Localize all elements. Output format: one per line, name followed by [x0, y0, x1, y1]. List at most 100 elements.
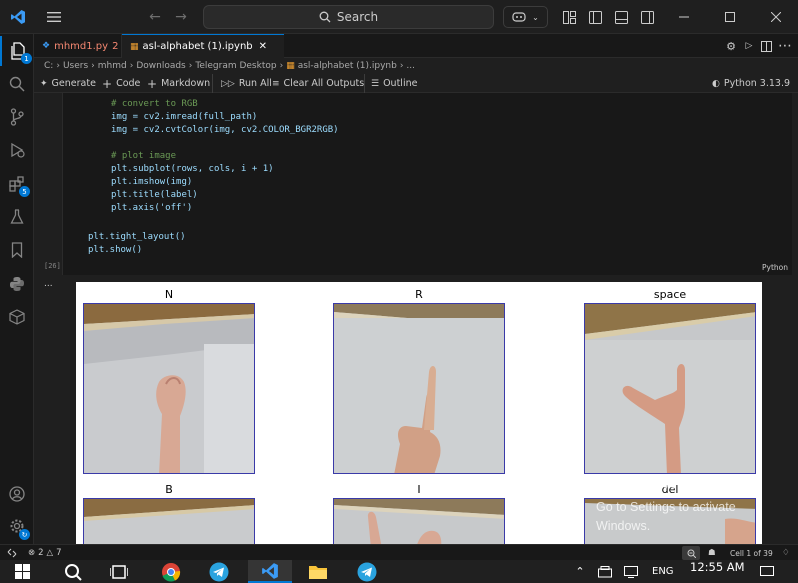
plus-icon: + [147, 76, 158, 91]
cell-position[interactable]: Cell 1 of 39 [730, 545, 773, 561]
add-markdown-cell-button[interactable]: + Markdown [147, 74, 210, 93]
tab-asl-alphabet-ipynb[interactable]: ▦ asl-alphabet (1).ipynb ✕ [122, 34, 284, 58]
chevron-down-icon[interactable]: ⌄ [532, 13, 539, 22]
close-icon[interactable] [764, 0, 788, 34]
status-bar: ⊗ 2 △ 7 ☗ Cell 1 of 39 ♢ [0, 544, 798, 560]
tray-monitor-icon[interactable] [622, 560, 640, 583]
generate-button[interactable]: ✦ Generate [40, 74, 96, 93]
zoom-icon[interactable] [682, 546, 700, 560]
problems-indicator[interactable]: ⊗ 2 △ 7 [28, 545, 62, 561]
breadcrumb-separator-icon: › [399, 61, 404, 71]
settings-gear-icon[interactable]: ↻ [0, 511, 34, 541]
activate-windows-watermark: Activate Windows [596, 474, 731, 493]
extensions-badge: 5 [19, 186, 30, 197]
extensions-icon[interactable]: 5 [0, 169, 34, 199]
close-tab-icon[interactable]: ✕ [259, 41, 267, 52]
menu-icon[interactable] [44, 0, 64, 34]
notebook-toolbar: ✦ Generate + Code + Markdown ▷▷ Run All … [34, 74, 798, 93]
code-line: plt.tight_layout() [88, 232, 186, 242]
bookmark-icon[interactable] [0, 235, 34, 265]
containers-icon[interactable] [0, 302, 34, 332]
show-hidden-icons-chevron-icon[interactable]: ⌃ [572, 560, 588, 583]
task-view-icon[interactable] [104, 560, 134, 583]
kernel-label: Python 3.13.9 [723, 78, 791, 89]
run-all-button[interactable]: ▷▷ Run All [212, 74, 272, 93]
clock-time[interactable]: 12:55 AM [690, 560, 745, 574]
run-all-label: Run All [238, 78, 272, 89]
account-icon[interactable] [0, 479, 34, 509]
code-line: plt.imshow(img) [111, 177, 193, 187]
copilot-button[interactable]: ⌄ [503, 6, 548, 28]
activity-bar: 1 5 ↻ [0, 34, 34, 544]
back-arrow-icon[interactable]: ← [146, 0, 164, 34]
breadcrumb-item[interactable]: asl-alphabet (1).ipynb [298, 61, 397, 71]
breadcrumb-item[interactable]: Users [63, 61, 88, 71]
forward-arrow-icon[interactable]: → [172, 0, 190, 34]
breadcrumb-item[interactable]: C: [44, 61, 53, 71]
outline-button[interactable]: ☰ Outline [364, 74, 417, 93]
source-control-icon[interactable] [0, 102, 34, 132]
tab-mhmd1-py[interactable]: ❖ mhmd1.py 2 ● [34, 34, 132, 58]
search-icon [319, 11, 331, 23]
code-label: Code [116, 78, 141, 89]
search-icon[interactable] [0, 69, 34, 99]
toggle-secondary-sidebar-icon[interactable] [638, 0, 656, 34]
error-count: 2 [38, 548, 44, 558]
run-play-icon[interactable]: ▷ [742, 34, 756, 58]
notifications-bell-icon[interactable]: ♢ [782, 545, 790, 561]
code-line: plt.title(label) [111, 190, 198, 200]
code-line: # plot image [111, 151, 177, 161]
chrome-icon[interactable] [156, 560, 186, 583]
split-editor-icon[interactable] [759, 34, 773, 58]
clear-all-outputs-button[interactable]: ≡ Clear All Outputs [272, 74, 364, 93]
input-language[interactable]: ENG [652, 560, 674, 583]
command-center-search[interactable]: Search [203, 5, 494, 29]
breadcrumb-separator-icon: › [188, 61, 193, 71]
hand-photo-r [333, 303, 505, 474]
remote-window-icon[interactable] [0, 545, 24, 561]
maximize-icon[interactable] [718, 0, 742, 34]
kernel-picker-button[interactable]: ◐ Python 3.13.9 [712, 74, 790, 93]
breadcrumb-item[interactable]: Downloads [136, 61, 185, 71]
error-icon: ⊗ [28, 548, 36, 558]
windows-start-icon[interactable] [8, 560, 38, 583]
telegram-icon[interactable] [204, 560, 234, 583]
taskbar-search-icon[interactable] [58, 560, 88, 583]
code-line: # convert to RGB [111, 99, 198, 109]
breadcrumb-item[interactable]: mhmd [98, 61, 127, 71]
minimize-icon[interactable] [672, 0, 696, 34]
run-debug-icon[interactable] [0, 135, 34, 165]
code-line: plt.show() [88, 245, 143, 255]
plus-icon: + [102, 76, 113, 91]
search-label: Search [336, 10, 379, 24]
windows-taskbar: ⌃ ENG 12:55 AM [0, 560, 798, 583]
breadcrumb-separator-icon: › [91, 61, 95, 71]
notebook-file-icon: ▦ [130, 41, 139, 52]
telegram-desktop-icon[interactable] [352, 560, 382, 583]
vscode-taskbar-icon[interactable] [248, 560, 292, 583]
more-actions-icon[interactable]: ⋯ [778, 34, 792, 58]
breadcrumb-item[interactable]: Telegram Desktop [195, 61, 276, 71]
markdown-label: Markdown [161, 78, 211, 89]
cell-language-label[interactable]: Python [762, 263, 788, 272]
title-bar: ← → Search ⌄ [0, 0, 798, 34]
testing-flask-icon[interactable] [0, 202, 34, 232]
tray-network-icon[interactable] [758, 560, 776, 583]
layout-icon[interactable] [560, 0, 578, 34]
explorer-icon[interactable]: 1 [0, 36, 34, 66]
toggle-sidebar-icon[interactable] [586, 0, 604, 34]
file-explorer-icon[interactable] [303, 560, 333, 583]
breadcrumb-item[interactable]: ... [406, 61, 415, 71]
tray-app-icon[interactable] [596, 560, 614, 583]
code-cell[interactable]: # convert to RGB img = cv2.imread(full_p… [62, 93, 792, 275]
add-code-cell-button[interactable]: + Code [102, 74, 140, 93]
copilot-icon [512, 12, 526, 22]
notebook-settings-gear-icon[interactable]: ⚙ [724, 34, 738, 58]
python-icon[interactable] [0, 269, 34, 299]
vscode-logo-icon[interactable] [6, 0, 30, 34]
explorer-badge: 1 [21, 53, 32, 64]
execution-count: [26] [44, 262, 61, 270]
output-more-icon[interactable]: ... [44, 279, 53, 289]
feedback-icon[interactable]: ☗ [708, 545, 716, 561]
toggle-panel-icon[interactable] [612, 0, 630, 34]
